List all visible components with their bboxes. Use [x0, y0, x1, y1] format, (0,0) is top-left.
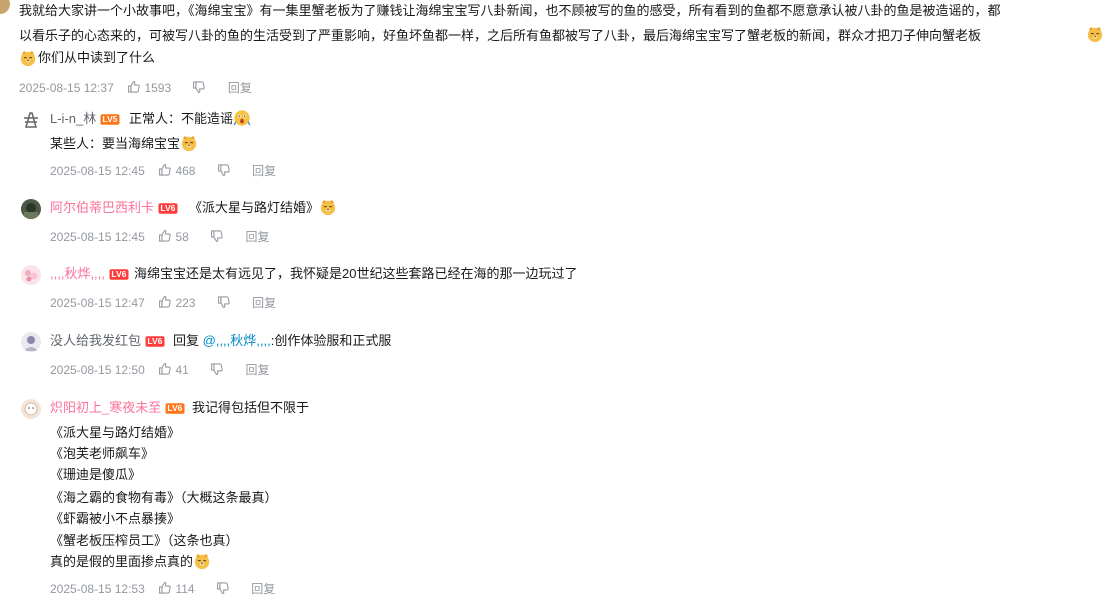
- username-link[interactable]: ,,,,秋烨,,,, LV6: [50, 265, 129, 283]
- reply-meta: 2025-08-15 12:53 114 回复: [50, 581, 275, 597]
- reply-text: 正常人：不能造谣: [129, 108, 251, 130]
- dislike-button[interactable]: [217, 295, 231, 311]
- reply-button[interactable]: 回复: [251, 581, 275, 597]
- like-count: 41: [175, 363, 189, 377]
- reply-meta: 2025-08-15 12:47 223 回复: [50, 295, 276, 311]
- reply-meta: 2025-08-15 12:50 41 回复: [50, 362, 270, 378]
- comment-time: 2025-08-15 12:45: [50, 230, 145, 244]
- reply-text: 《海之霸的食物有毒》（大概这条最真）: [50, 490, 278, 505]
- reply-button[interactable]: 回复: [228, 80, 252, 96]
- level-badge: LV6: [145, 336, 165, 347]
- reply-text: 《虾霸被小不点暴揍》: [50, 511, 181, 526]
- thumb-up-icon: [158, 295, 172, 309]
- thumb-up-icon: [158, 581, 172, 595]
- avatar[interactable]: [21, 110, 41, 130]
- reply-button[interactable]: 回复: [245, 229, 269, 245]
- comment-time: 2025-08-15 12:53: [50, 582, 145, 596]
- username-link[interactable]: L-i-n_林 LV5: [50, 110, 120, 128]
- root-comment-meta: 2025-08-15 12:37 1593 回复: [19, 80, 252, 96]
- thumb-up-icon: [127, 80, 141, 94]
- thumb-down-icon: [210, 362, 224, 376]
- thumb-up-icon: [158, 362, 172, 376]
- reply-button[interactable]: 回复: [245, 362, 269, 378]
- reply-text: 《蟹老板压榨员工》（这条也真）: [50, 533, 239, 548]
- like-count: 1593: [144, 81, 172, 95]
- reply-text: 《泡芙老师飙车》: [50, 446, 155, 461]
- thumb-down-icon: [217, 163, 231, 177]
- like-button[interactable]: 1593: [127, 80, 171, 96]
- like-count: 468: [175, 164, 196, 178]
- like-count: 114: [175, 582, 195, 596]
- username-link[interactable]: 阿尔伯蒂巴西利卡 LV6: [50, 199, 178, 217]
- doge-emoji: [193, 552, 211, 570]
- root-comment-line-3: 你们从中读到了什么: [38, 50, 156, 65]
- thumb-down-icon: [217, 295, 231, 309]
- reply-button[interactable]: 回复: [252, 295, 276, 311]
- reply-meta: 2025-08-15 12:45 468 回复: [50, 163, 276, 179]
- dislike-button[interactable]: [216, 581, 230, 597]
- comment-time: 2025-08-15 12:47: [50, 296, 145, 310]
- like-count: 58: [175, 230, 189, 244]
- dislike-button[interactable]: [210, 229, 224, 245]
- avatar[interactable]: [21, 265, 41, 285]
- doge-emoji: [19, 49, 37, 67]
- reply-text: 《派大星与路灯结婚》: [189, 197, 337, 219]
- reply-text: 回复 @,,,,秋烨,,,,:创作体验服和正式服: [173, 333, 392, 348]
- level-badge: LV6: [165, 403, 185, 414]
- reply-meta: 2025-08-15 12:45 58 回复: [50, 229, 270, 245]
- comment-time: 2025-08-15 12:37: [19, 81, 114, 95]
- shocked-emoji: [233, 109, 251, 127]
- reply-text: 某些人：要当海绵宝宝: [50, 133, 198, 155]
- avatar[interactable]: [21, 399, 41, 419]
- thumb-down-icon: [210, 229, 224, 243]
- comment-time: 2025-08-15 12:50: [50, 363, 145, 377]
- comment-time: 2025-08-15 12:45: [50, 164, 145, 178]
- like-count: 223: [175, 296, 196, 310]
- avatar[interactable]: [21, 199, 41, 219]
- dislike-button[interactable]: [210, 362, 224, 378]
- username-link[interactable]: 没人给我发红包 LV6: [50, 332, 165, 350]
- reply-text: 《派大星与路灯结婚》: [50, 425, 181, 440]
- root-avatar[interactable]: [0, 0, 10, 14]
- root-comment-line-1: 我就给大家讲一个小故事吧，《海绵宝宝》有一集里蟹老板为了赚钱让海绵宝宝写八卦新闻…: [19, 3, 1001, 18]
- thumb-down-icon: [192, 80, 206, 94]
- doge-emoji: [180, 134, 198, 152]
- avatar[interactable]: [21, 332, 41, 352]
- level-badge: LV6: [109, 269, 129, 280]
- reply-text: 海绵宝宝还是太有远见了，我怀疑是20世纪这些套路已经在海的那一边玩过了: [134, 266, 578, 281]
- thumb-up-icon: [158, 229, 172, 243]
- reply-text: 《珊迪是傻瓜》: [50, 467, 142, 482]
- like-button[interactable]: 468: [158, 163, 195, 179]
- doge-emoji: [319, 198, 337, 216]
- reply-text: 我记得包括但不限于: [192, 400, 310, 415]
- like-button[interactable]: 114: [158, 581, 195, 597]
- thumb-up-icon: [158, 163, 172, 177]
- level-badge: LV5: [100, 114, 120, 125]
- thumb-down-icon: [216, 581, 230, 595]
- dislike-button[interactable]: [192, 80, 206, 96]
- root-comment-line-2: 以看乐子的心态来的，可被写八卦的鱼的生活受到了严重影响，好鱼坏鱼都一样，之后所有…: [19, 28, 982, 43]
- like-button[interactable]: 223: [158, 295, 195, 311]
- like-button[interactable]: 58: [158, 229, 189, 245]
- level-badge: LV6: [158, 203, 178, 214]
- like-button[interactable]: 41: [158, 362, 189, 378]
- reply-text: 真的是假的里面掺点真的: [50, 551, 211, 573]
- reply-button[interactable]: 回复: [252, 163, 276, 179]
- doge-emoji: [1086, 25, 1104, 43]
- dislike-button[interactable]: [217, 163, 231, 179]
- username-link[interactable]: 炽阳初上_寒夜未至 LV6: [50, 399, 185, 417]
- mention-link[interactable]: @,,,,秋烨,,,,: [203, 333, 271, 348]
